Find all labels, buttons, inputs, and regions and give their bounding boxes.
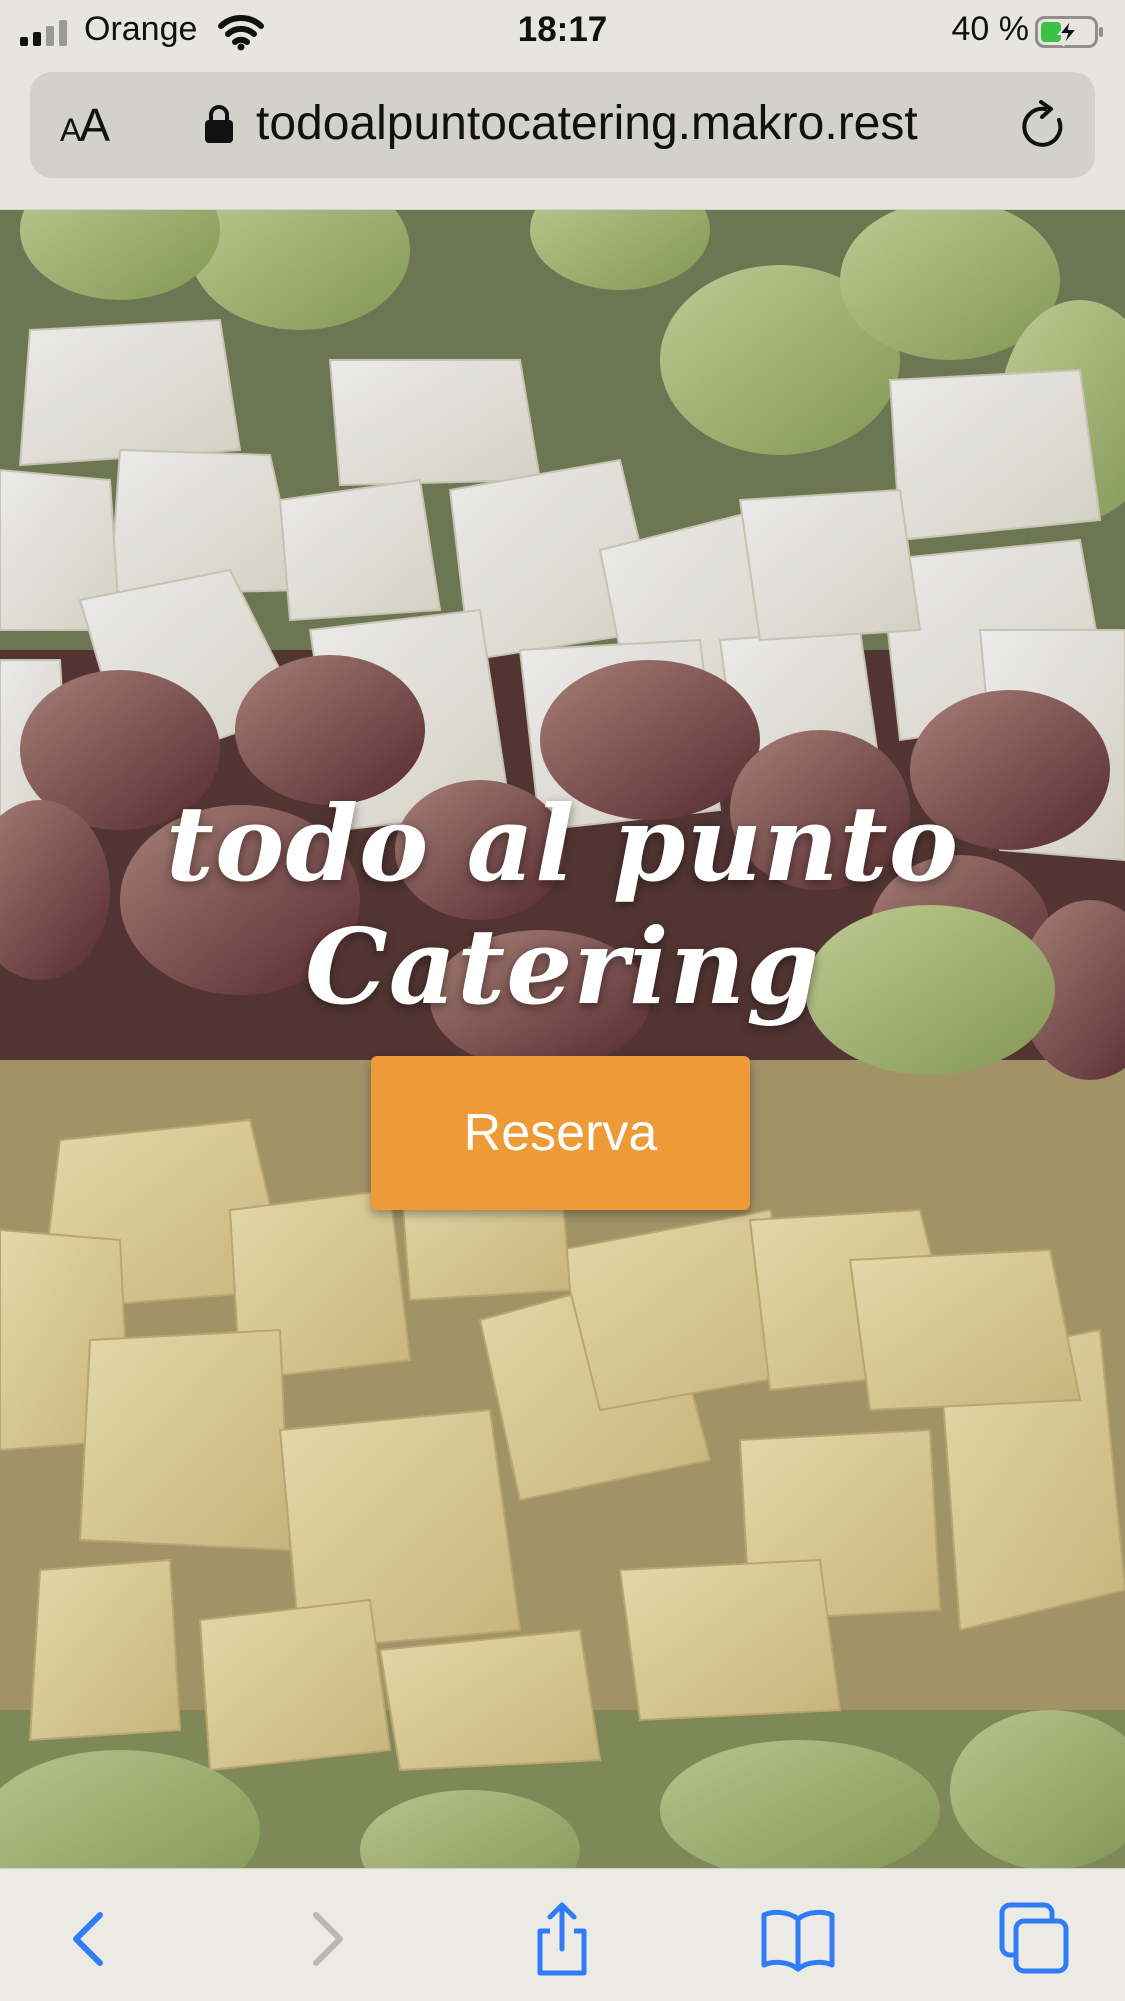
text-size-button[interactable]: AA (60, 98, 110, 152)
bookmarks-icon[interactable] (758, 1899, 838, 1979)
lock-icon (205, 105, 233, 143)
battery-percentage: 40 % (951, 10, 1030, 48)
hero-title: todo al punto Catering (165, 782, 960, 1028)
browser-toolbar (0, 1868, 1125, 2001)
reload-icon[interactable] (1019, 100, 1069, 152)
url-text[interactable]: todoalpuntocatering.makro.rest (256, 96, 918, 151)
back-icon[interactable] (50, 1899, 130, 1979)
share-icon[interactable] (522, 1899, 602, 1979)
reserve-button[interactable]: Reserva (371, 1056, 750, 1210)
status-bar: Orange 18:17 40 % (0, 0, 1125, 64)
browser-top-chrome: Orange 18:17 40 % AA todoalpuntocatering… (0, 0, 1125, 210)
address-bar[interactable]: AA todoalpuntocatering.makro.rest (30, 72, 1095, 178)
forward-icon (313, 1912, 343, 1966)
hero-background-image (0, 210, 1125, 1868)
battery-charging-icon (1035, 16, 1103, 48)
hero-section: todo al punto Catering Reserva (0, 210, 1125, 1868)
tabs-icon[interactable] (994, 1899, 1074, 1979)
